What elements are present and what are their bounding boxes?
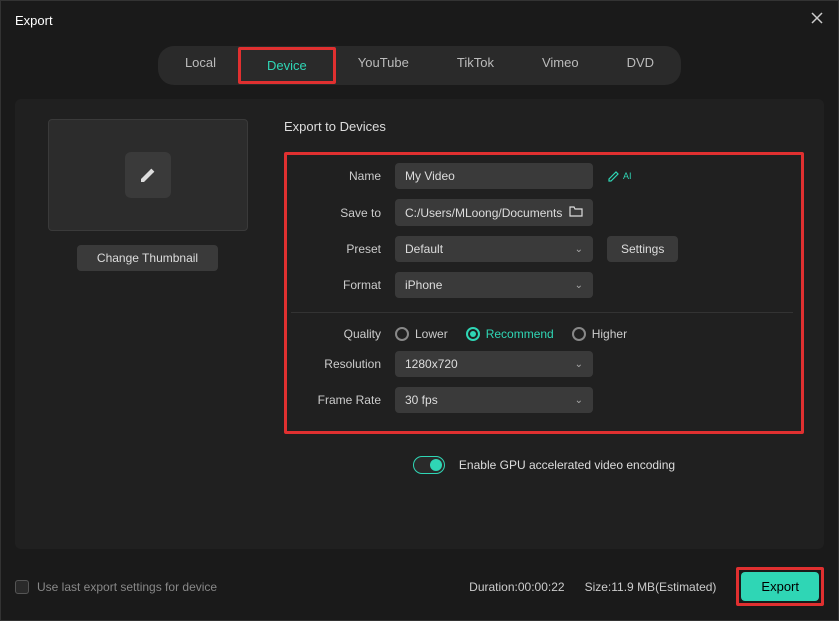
resolution-select[interactable]: 1280x720 ⌄ [395, 351, 593, 377]
preset-value: Default [405, 242, 443, 256]
tab-tiktok[interactable]: TikTok [433, 49, 518, 82]
chevron-down-icon: ⌄ [575, 244, 583, 255]
duration-value: 00:00:22 [518, 580, 565, 594]
quality-higher-radio[interactable]: Higher [572, 327, 627, 341]
format-label: Format [291, 278, 381, 292]
use-last-checkbox[interactable] [15, 580, 29, 594]
section-title: Export to Devices [284, 119, 804, 134]
tab-device[interactable]: Device [243, 52, 331, 79]
duration-info: Duration:00:00:22 [469, 580, 564, 594]
export-button[interactable]: Export [741, 572, 819, 601]
row-format: Format iPhone ⌄ [291, 272, 793, 298]
radio-icon [572, 327, 586, 341]
framerate-select[interactable]: 30 fps ⌄ [395, 387, 593, 413]
row-name: Name AI [291, 163, 793, 189]
highlight-export-button: Export [736, 567, 824, 606]
tabs-container: Local Device YouTube TikTok Vimeo DVD [158, 46, 681, 85]
saveto-value: C:/Users/MLoong/Documents [405, 206, 563, 220]
saveto-field[interactable]: C:/Users/MLoong/Documents [395, 199, 593, 226]
titlebar: Export [1, 1, 838, 40]
chevron-down-icon: ⌄ [575, 395, 583, 406]
size-label: Size: [585, 580, 612, 594]
use-last-label: Use last export settings for device [37, 580, 217, 594]
quality-radio-group: Lower Recommend Higher [395, 327, 627, 341]
size-value: 11.9 MB(Estimated) [611, 580, 716, 594]
gpu-label: Enable GPU accelerated video encoding [459, 458, 675, 472]
gpu-toggle[interactable] [413, 456, 445, 474]
size-info: Size:11.9 MB(Estimated) [585, 580, 717, 594]
thumbnail-preview[interactable] [48, 119, 248, 231]
tab-vimeo[interactable]: Vimeo [518, 49, 603, 82]
quality-lower-radio[interactable]: Lower [395, 327, 448, 341]
format-select[interactable]: iPhone ⌄ [395, 272, 593, 298]
framerate-label: Frame Rate [291, 393, 381, 407]
toggle-knob [430, 459, 442, 471]
quality-recommend-radio[interactable]: Recommend [466, 327, 554, 341]
highlight-device-tab: Device [238, 47, 336, 84]
preset-label: Preset [291, 242, 381, 256]
row-framerate: Frame Rate 30 fps ⌄ [291, 387, 793, 413]
resolution-value: 1280x720 [405, 357, 458, 371]
resolution-label: Resolution [291, 357, 381, 371]
row-saveto: Save to C:/Users/MLoong/Documents [291, 199, 793, 226]
tab-youtube[interactable]: YouTube [334, 49, 433, 82]
row-resolution: Resolution 1280x720 ⌄ [291, 351, 793, 377]
export-window: Export Local Device YouTube TikTok Vimeo… [0, 0, 839, 621]
framerate-value: 30 fps [405, 393, 438, 407]
window-title: Export [15, 13, 53, 28]
folder-icon[interactable] [569, 205, 583, 220]
pencil-icon [125, 152, 171, 198]
duration-label: Duration: [469, 580, 518, 594]
tabs-row: Local Device YouTube TikTok Vimeo DVD [1, 40, 838, 99]
chevron-down-icon: ⌄ [575, 359, 583, 370]
footer: Use last export settings for device Dura… [1, 559, 838, 620]
saveto-label: Save to [291, 206, 381, 220]
quality-label: Quality [291, 327, 381, 341]
tab-dvd[interactable]: DVD [603, 49, 678, 82]
settings-button[interactable]: Settings [607, 236, 678, 262]
tab-local[interactable]: Local [161, 49, 240, 82]
preset-select[interactable]: Default ⌄ [395, 236, 593, 262]
content-panel: Change Thumbnail Export to Devices Name … [15, 99, 824, 549]
radio-icon [466, 327, 480, 341]
divider [291, 312, 793, 313]
quality-recommend-label: Recommend [486, 327, 554, 341]
format-value: iPhone [405, 278, 442, 292]
change-thumbnail-button[interactable]: Change Thumbnail [77, 245, 218, 271]
row-quality: Quality Lower Recommend Higher [291, 327, 793, 341]
radio-icon [395, 327, 409, 341]
highlight-form-box: Name AI Save to C:/Users/MLoong/Document… [284, 152, 804, 434]
thumbnail-column: Change Thumbnail [35, 119, 260, 529]
close-icon[interactable] [810, 11, 824, 30]
row-preset: Preset Default ⌄ Settings [291, 236, 793, 262]
name-input[interactable] [395, 163, 593, 189]
quality-lower-label: Lower [415, 327, 448, 341]
ai-label: AI [623, 171, 632, 181]
ai-pencil-icon[interactable]: AI [607, 169, 632, 183]
gpu-row: Enable GPU accelerated video encoding [284, 456, 804, 474]
name-label: Name [291, 169, 381, 183]
quality-higher-label: Higher [592, 327, 627, 341]
chevron-down-icon: ⌄ [575, 280, 583, 291]
form-column: Export to Devices Name AI Save to C:/Use… [260, 119, 804, 529]
